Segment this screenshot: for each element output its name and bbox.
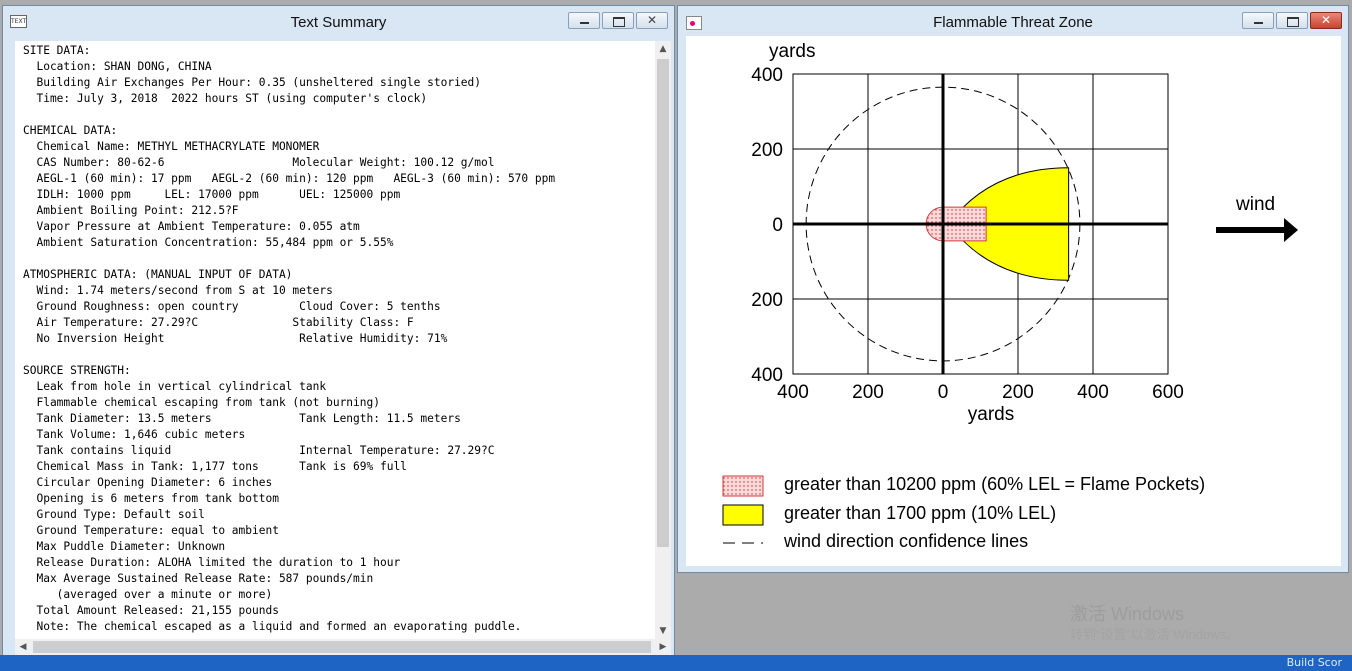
wind-label: wind (1235, 194, 1275, 215)
y-tick-label: 200 (751, 140, 783, 161)
x-axis-label: yards (968, 404, 1014, 425)
legend-swatch-flame-pockets (722, 475, 764, 497)
scroll-left-arrow-icon[interactable]: ◀ (15, 639, 31, 655)
activation-watermark-title: 激活 Windows (1070, 604, 1185, 624)
taskbar: Build Scor (0, 655, 1352, 671)
y-tick-label: 400 (751, 65, 783, 86)
legend-label-confidence-lines: wind direction confidence lines (783, 531, 1028, 551)
close-button[interactable]: ✕ (636, 12, 668, 29)
text-summary-titlebar[interactable]: TEXT Text Summary ✕ (3, 6, 674, 36)
x-tick-label: 400 (1077, 382, 1109, 403)
wind-arrow-icon (1216, 218, 1298, 242)
maximize-button[interactable] (602, 12, 634, 29)
close-icon: ✕ (1320, 13, 1332, 27)
y-tick-label: 0 (772, 215, 783, 236)
hscroll-thumb[interactable] (33, 641, 651, 653)
maximize-button[interactable] (1276, 12, 1308, 29)
threat-zone-titlebar[interactable]: Flammable Threat Zone ✕ (678, 6, 1348, 36)
horizontal-scrollbar[interactable]: ◀ ▶ (15, 639, 671, 655)
x-tick-label: 200 (1002, 382, 1034, 403)
x-tick-label: 600 (1152, 382, 1184, 403)
summary-text-area[interactable]: SITE DATA: Location: SHAN DONG, CHINA Bu… (15, 41, 655, 639)
x-tick-label: 200 (852, 382, 884, 403)
text-summary-window: TEXT Text Summary ✕ SITE DATA: Location:… (2, 5, 675, 661)
y-tick-label: 200 (751, 290, 783, 311)
minimize-button[interactable] (568, 12, 600, 29)
summary-text: SITE DATA: Location: SHAN DONG, CHINA Bu… (23, 44, 556, 633)
vertical-scrollbar[interactable]: ▲ ▼ (655, 41, 671, 639)
y-tick-label: 400 (751, 365, 783, 386)
legend-label-flame-pockets: greater than 10200 ppm (60% LEL = Flame … (784, 474, 1205, 494)
taskbar-text: Build Scor (1286, 656, 1342, 669)
threat-zone-window: Flammable Threat Zone ✕ 400 200 0 200 400 600… (677, 5, 1349, 573)
close-button[interactable]: ✕ (1310, 12, 1342, 29)
scroll-up-arrow-icon[interactable]: ▲ (655, 41, 671, 57)
scroll-down-arrow-icon[interactable]: ▼ (655, 623, 671, 639)
legend-swatch-10-lel (722, 504, 764, 526)
threat-zone-chart: 400 200 0 200 400 6004002000200400yardsyards … (722, 41, 1298, 551)
scroll-thumb[interactable] (657, 59, 669, 547)
x-tick-label: 0 (938, 382, 949, 403)
scroll-right-arrow-icon[interactable]: ▶ (655, 639, 671, 655)
close-icon: ✕ (646, 13, 658, 27)
threat-zone-plot-area: 400 200 0 200 400 600 400 200 0 200 400 yards yards … (686, 36, 1341, 566)
y-axis-label: yards (769, 41, 815, 62)
legend-label-10-lel: greater than 1700 ppm (10% LEL) (784, 503, 1056, 523)
minimize-button[interactable] (1242, 12, 1274, 29)
activation-watermark-text: 转到“设置”以激活 Windows。 (1070, 627, 1240, 642)
